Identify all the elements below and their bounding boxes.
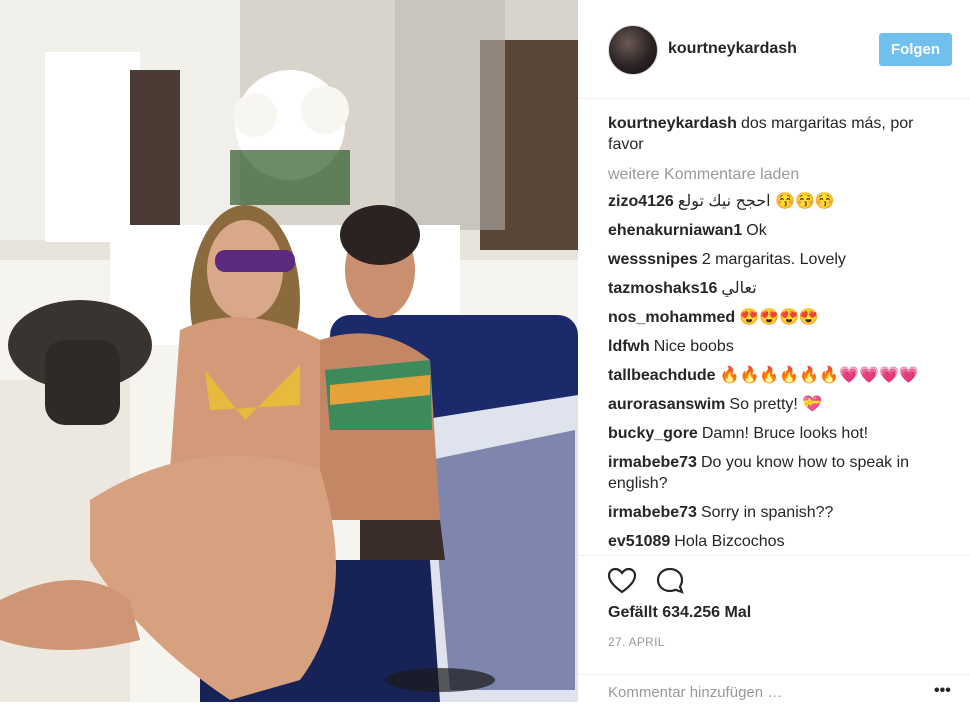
comment-text: احجح نيك تولع 😚😚😚	[677, 193, 835, 210]
action-icons	[607, 566, 685, 596]
post-side-panel: kourtneykardash Folgen kourtneykardash do…	[578, 0, 970, 702]
comment-item: wesssnipes 2 margaritas. Lovely	[608, 249, 953, 270]
comment-list: kourtneykardash dos margaritas más, por f…	[608, 113, 953, 560]
post-actions: Gefällt 634.256 Mal 27. APRIL •••	[578, 555, 970, 703]
comment-item: ehenakurniawan1 Ok	[608, 220, 953, 241]
add-comment-bar: •••	[578, 674, 970, 704]
comment-username[interactable]: nos_mohammed	[608, 309, 735, 326]
comment-text: Sorry in spanish??	[700, 504, 834, 521]
comment-text: Ok	[746, 222, 767, 239]
caption-username[interactable]: kourtneykardash	[608, 115, 737, 132]
comment-username[interactable]: ehenakurniawan1	[608, 222, 742, 239]
more-options-icon[interactable]: •••	[934, 683, 951, 699]
comment-username[interactable]: ldfwh	[608, 338, 650, 355]
follow-button[interactable]: Folgen	[879, 33, 952, 66]
load-more-comments-link[interactable]: weitere Kommentare laden	[608, 164, 953, 185]
avatar[interactable]	[608, 25, 658, 75]
comment-item: zizo4126 احجح نيك تولع 😚😚😚	[608, 191, 953, 212]
caption: kourtneykardash dos margaritas más, por f…	[608, 113, 953, 155]
add-comment-input[interactable]	[608, 684, 908, 701]
comment-username[interactable]: bucky_gore	[608, 425, 698, 442]
comment-item: ev51089 Hola Bizcochos	[608, 531, 953, 552]
comment-bubble-icon[interactable]	[655, 566, 685, 596]
comment-item: ldfwh Nice boobs	[608, 336, 953, 357]
comment-text: So pretty! 💝	[729, 396, 823, 413]
likes-count[interactable]: Gefällt 634.256 Mal	[608, 604, 751, 622]
comment-text: Hola Bizcochos	[674, 533, 785, 550]
heart-icon[interactable]	[607, 566, 637, 596]
comment-text: 🔥🔥🔥🔥🔥🔥💗💗💗💗	[719, 367, 919, 384]
comment-username[interactable]: tallbeachdude	[608, 367, 716, 384]
post-photo-illustration	[0, 0, 578, 702]
post-date[interactable]: 27. APRIL	[608, 635, 665, 649]
comment-item: nos_mohammed 😍😍😍😍	[608, 307, 953, 328]
comment-text: Nice boobs	[653, 338, 734, 355]
comment-item: bucky_gore Damn! Bruce looks hot!	[608, 423, 953, 444]
comment-text: تعالي	[721, 280, 757, 297]
comment-text: 2 margaritas. Lovely	[701, 251, 846, 268]
comment-item: tallbeachdude 🔥🔥🔥🔥🔥🔥💗💗💗💗	[608, 365, 953, 386]
comment-text: 😍😍😍😍	[739, 309, 819, 326]
comment-username[interactable]: wesssnipes	[608, 251, 698, 268]
comment-username[interactable]: ev51089	[608, 533, 670, 550]
post-photo[interactable]	[0, 0, 578, 702]
comment-username[interactable]: tazmoshaks16	[608, 280, 717, 297]
comment-item: aurorasanswim So pretty! 💝	[608, 394, 953, 415]
comment-username[interactable]: irmabebe73	[608, 454, 697, 471]
comment-username[interactable]: zizo4126	[608, 193, 674, 210]
comment-username[interactable]: irmabebe73	[608, 504, 697, 521]
post-header: kourtneykardash Folgen	[578, 0, 970, 99]
comment-item: tazmoshaks16 تعالي	[608, 278, 953, 299]
comment-item: irmabebe73 Do you know how to speak in en…	[608, 452, 953, 494]
comment-text: Damn! Bruce looks hot!	[701, 425, 869, 442]
comment-username[interactable]: aurorasanswim	[608, 396, 725, 413]
header-username[interactable]: kourtneykardash	[668, 40, 797, 58]
comment-item: irmabebe73 Sorry in spanish??	[608, 502, 953, 523]
